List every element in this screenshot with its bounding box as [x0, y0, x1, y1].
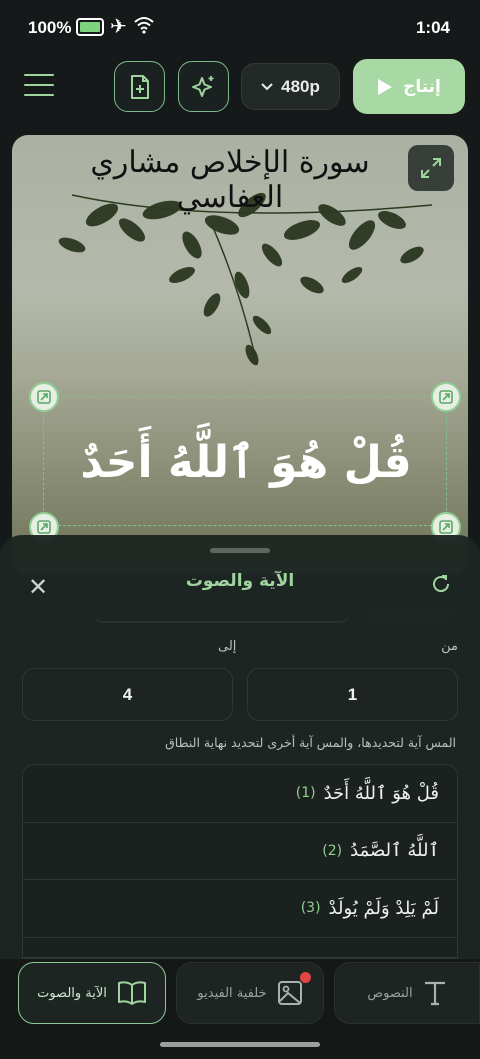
ayah-text: ٱللَّهُ ٱلصَّمَدُ [350, 840, 439, 862]
ayah-item[interactable]: قُلْ هُوَ ٱللَّهُ أَحَدٌ (1) [23, 765, 457, 823]
text-icon [424, 981, 445, 1006]
new-project-button[interactable] [114, 61, 165, 112]
resize-handle-top-right[interactable] [431, 382, 461, 412]
resize-icon [37, 520, 51, 534]
tab-video-background-label: خلفية الفيديو [197, 985, 267, 1001]
ayah-number: (1) [295, 785, 316, 802]
image-icon [277, 981, 302, 1005]
notification-dot [300, 972, 311, 983]
tab-verse-audio[interactable]: الآية والصوت [18, 962, 166, 1024]
partial-field-right [364, 605, 456, 623]
range-hint-text: المس آية لتحديدها، والمس آية أخرى لتحديد… [165, 735, 456, 750]
file-plus-icon [130, 74, 149, 99]
tab-texts-label: النصوص [367, 985, 413, 1001]
ai-magic-button[interactable] [178, 61, 229, 112]
partial-field-left [93, 605, 350, 623]
resize-icon [439, 520, 453, 534]
status-bar: 100% ✈ 1:04 [0, 0, 480, 56]
ayah-item[interactable]: ٱللَّهُ ٱلصَّمَدُ (2) [23, 823, 457, 880]
book-open-icon [117, 981, 146, 1005]
play-icon [378, 78, 393, 95]
to-ayah-field[interactable]: 4 [22, 668, 233, 721]
expand-icon [421, 158, 441, 178]
ayah-number: (3) [300, 900, 321, 917]
chevron-down-icon [261, 82, 273, 90]
ayah-text: لَمْ يَلِدْ وَلَمْ يُولَدْ [328, 897, 439, 919]
ayah-number: (2) [322, 842, 343, 859]
clock: 1:04 [415, 18, 450, 37]
surah-calligraphy-title: سورة الإخلاص مشاري العفاسي [90, 145, 370, 215]
resize-icon [37, 390, 51, 404]
to-label: إلى [218, 639, 237, 654]
fullscreen-button[interactable] [408, 145, 454, 191]
sparkles-icon [191, 75, 213, 97]
video-preview[interactable]: سورة الإخلاص مشاري العفاسي قُلْ هُوَ ٱلل… [12, 135, 468, 575]
ayah-text: قُلْ هُوَ ٱللَّهُ أَحَدٌ [323, 782, 439, 804]
airplane-mode-icon: ✈ [110, 14, 127, 38]
sheet-title: الآية والصوت [185, 571, 295, 591]
tab-texts[interactable]: النصوص [334, 962, 480, 1024]
render-button[interactable]: إنتاج [353, 59, 465, 114]
verse-text-layer[interactable]: قُلْ هُوَ ٱللَّهُ أَحَدٌ [43, 396, 447, 526]
battery-charging-icon [76, 18, 104, 36]
tab-verse-audio-label: الآية والصوت [37, 985, 107, 1001]
home-indicator[interactable] [160, 1042, 320, 1047]
tab-video-background[interactable]: خلفية الفيديو [176, 962, 324, 1024]
battery-percent: 100% [28, 18, 72, 37]
resolution-value: 480p [281, 76, 320, 96]
resolution-select[interactable]: 480p [241, 63, 340, 110]
verse-overlay-text: قُلْ هُوَ ٱللَّهُ أَحَدٌ [80, 436, 412, 488]
ayah-item[interactable]: لَمْ يَلِدْ وَلَمْ يُولَدْ (3) [23, 880, 457, 938]
resize-icon [439, 390, 453, 404]
sheet-drag-handle[interactable] [210, 548, 270, 553]
verse-audio-sheet: ✕ الآية والصوت إلى من 4 1 المس آية لتحدي… [0, 535, 480, 959]
bottom-nav: الآية والصوت خلفية الفيديو النصوص [0, 959, 480, 1059]
hamburger-menu-icon[interactable] [24, 74, 54, 100]
resize-handle-top-left[interactable] [29, 382, 59, 412]
from-ayah-field[interactable]: 1 [247, 668, 458, 721]
render-label: إنتاج [403, 76, 441, 97]
wifi-icon [134, 16, 154, 39]
ayah-item-partial[interactable] [23, 938, 457, 958]
from-label: من [441, 639, 458, 654]
ayah-list: قُلْ هُوَ ٱللَّهُ أَحَدٌ (1) ٱللَّهُ ٱلص… [22, 764, 458, 959]
